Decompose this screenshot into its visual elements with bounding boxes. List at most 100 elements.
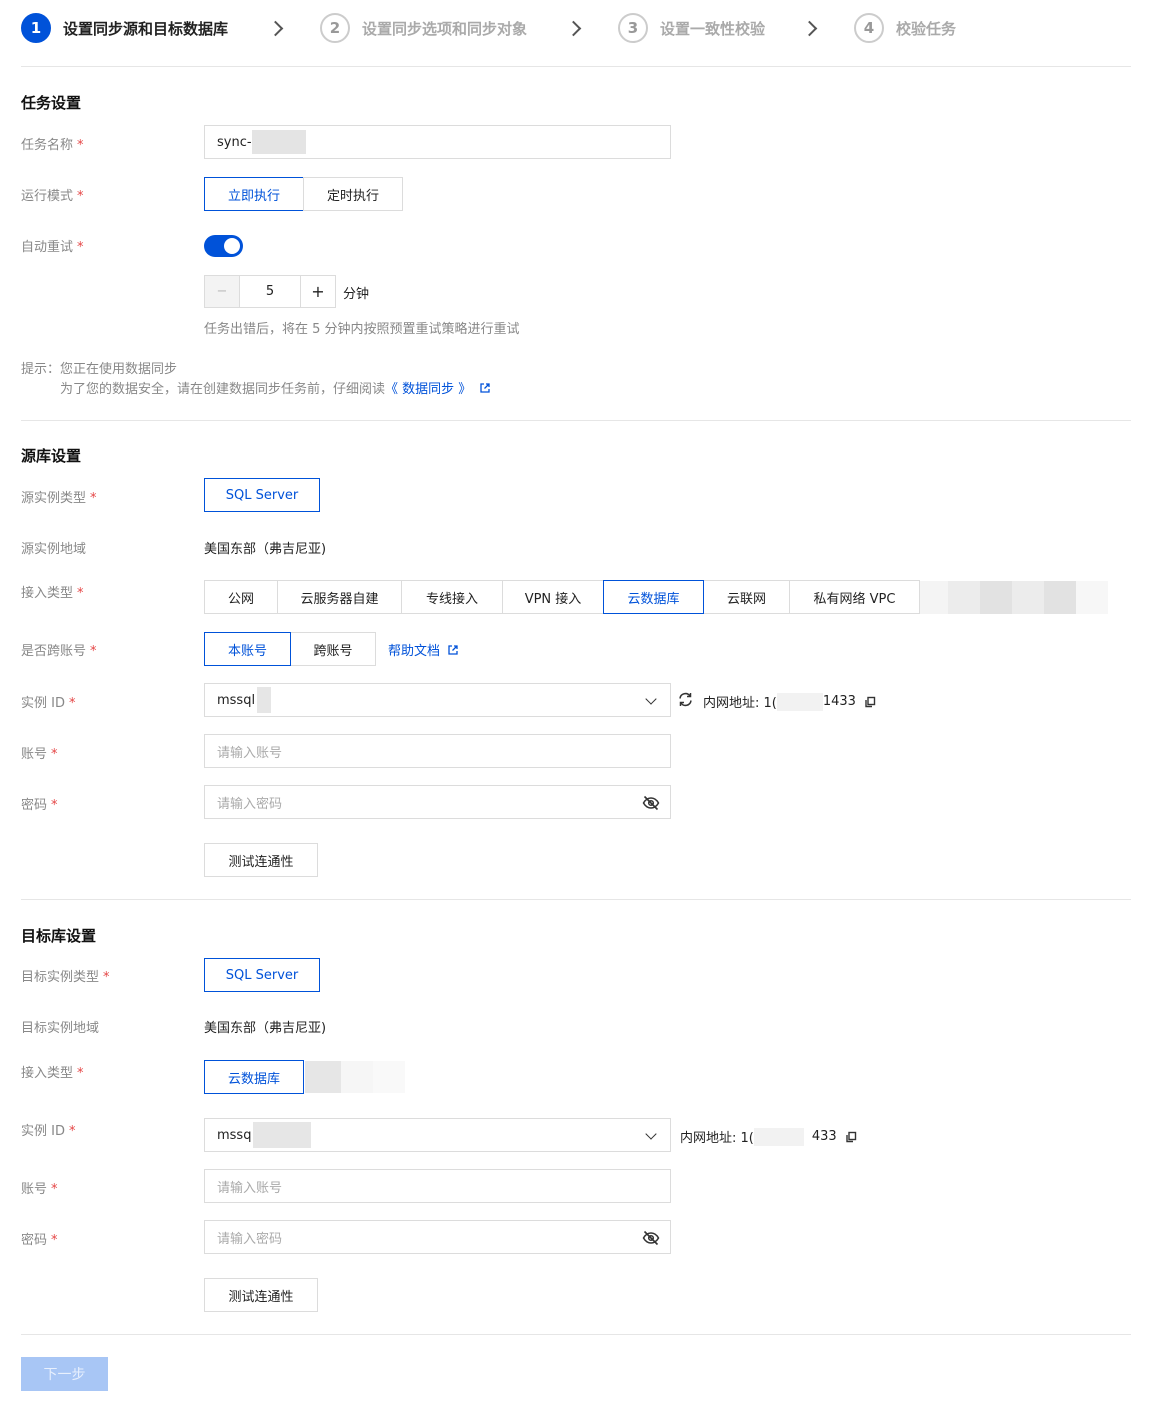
source-type-sqlserver[interactable]: SQL Server bbox=[204, 478, 320, 512]
divider bbox=[21, 899, 1131, 900]
source-type-label: 源实例类型 * bbox=[21, 491, 97, 506]
target-region-value: 美国东部（弗吉尼亚) bbox=[204, 1021, 327, 1036]
step-4-label: 校验任务 bbox=[896, 19, 957, 38]
redacted-options bbox=[920, 581, 1108, 614]
cross-account-same[interactable]: 本账号 bbox=[204, 632, 291, 666]
retry-minutes-stepper: − 5 + bbox=[204, 275, 336, 308]
redacted-block bbox=[753, 1127, 804, 1146]
source-access-label: 接入类型 * bbox=[21, 586, 84, 601]
chevron-right-icon bbox=[801, 20, 818, 37]
source-region-label: 源实例地域 bbox=[21, 542, 87, 557]
target-instance-label: 实例 ID * bbox=[21, 1124, 76, 1139]
external-link-icon bbox=[448, 644, 458, 655]
source-region-value: 美国东部（弗吉尼亚) bbox=[204, 542, 327, 557]
divider bbox=[21, 420, 1131, 421]
target-intranet-port: 433 bbox=[811, 1129, 837, 1144]
redacted-options bbox=[305, 1061, 405, 1093]
target-access-label: 接入类型 * bbox=[21, 1066, 84, 1081]
redacted-block bbox=[253, 1122, 312, 1148]
step-2-label: 设置同步选项和同步对象 bbox=[362, 19, 528, 38]
redacted-block bbox=[776, 692, 823, 711]
help-doc: 帮助文档 bbox=[388, 640, 459, 659]
source-account-label: 账号 * bbox=[21, 747, 58, 762]
target-account-label: 账号 * bbox=[21, 1182, 58, 1197]
source-instance-select[interactable]: mssql bbox=[204, 683, 671, 717]
plus-button[interactable]: + bbox=[301, 276, 335, 307]
target-instance-select[interactable]: mssq bbox=[204, 1118, 671, 1152]
refresh-icon[interactable] bbox=[677, 691, 694, 708]
target-account-input[interactable]: 请输入账号 bbox=[204, 1169, 671, 1203]
task-name-input[interactable]: sync- bbox=[204, 125, 671, 159]
tip-text: 为了您的数据安全，请在创建数据同步任务前，仔细阅读 bbox=[60, 382, 386, 397]
data-sync-doc-link[interactable]: 《 数据同步 》 bbox=[385, 378, 471, 397]
step-3-label: 设置一致性校验 bbox=[660, 19, 766, 38]
minus-button[interactable]: − bbox=[205, 276, 239, 307]
retry-minutes-input[interactable]: 5 bbox=[239, 276, 301, 307]
source-intranet: 内网地址: 1( 1433 bbox=[703, 692, 876, 711]
target-type-label: 目标实例类型 * bbox=[21, 970, 110, 985]
source-intranet-port: 1433 bbox=[822, 694, 856, 709]
target-password-label: 密码 * bbox=[21, 1233, 58, 1248]
source-password-input[interactable]: 请输入密码 bbox=[204, 785, 671, 819]
divider bbox=[21, 1334, 1131, 1335]
target-password-placeholder: 请输入密码 bbox=[217, 1231, 283, 1247]
access-vpn[interactable]: VPN 接入 bbox=[502, 580, 604, 614]
source-instance-value: mssql bbox=[217, 692, 256, 708]
eye-off-icon[interactable] bbox=[642, 795, 660, 811]
task-section-title: 任务设置 bbox=[21, 94, 82, 112]
access-vpc[interactable]: 私有网络 VPC bbox=[789, 580, 920, 614]
tip-line-2: 为了您的数据安全，请在创建数据同步任务前，仔细阅读 《 数据同步 》 bbox=[60, 378, 491, 397]
auto-retry-label: 自动重试 * bbox=[21, 240, 84, 255]
next-step-button[interactable]: 下一步 bbox=[21, 1357, 108, 1391]
run-mode-scheduled[interactable]: 定时执行 bbox=[303, 177, 403, 211]
source-access-options: 公网 云服务器自建 专线接入 VPN 接入 云数据库 云联网 私有网络 VPC bbox=[204, 580, 920, 614]
target-password-input[interactable]: 请输入密码 bbox=[204, 1220, 671, 1254]
help-doc-link[interactable]: 帮助文档 bbox=[388, 640, 440, 659]
step-1-label: 设置同步源和目标数据库 bbox=[63, 19, 229, 38]
task-name-label: 任务名称 * bbox=[21, 138, 84, 153]
target-test-connection-button[interactable]: 测试连通性 bbox=[204, 1278, 318, 1312]
eye-off-icon[interactable] bbox=[642, 1230, 660, 1246]
cross-account-label: 是否跨账号 * bbox=[21, 644, 97, 659]
access-cloud-db[interactable]: 云数据库 bbox=[603, 580, 704, 614]
run-mode-label: 运行模式 * bbox=[21, 189, 84, 204]
run-mode-immediate[interactable]: 立即执行 bbox=[204, 177, 304, 211]
target-region-label: 目标实例地域 bbox=[21, 1021, 100, 1036]
step-4-number: 4 bbox=[854, 13, 884, 43]
retry-hint: 任务出错后，将在 5 分钟内按照预置重试策略进行重试 bbox=[204, 322, 520, 337]
copy-icon[interactable] bbox=[845, 1131, 857, 1143]
retry-unit: 分钟 bbox=[343, 287, 370, 302]
chevron-right-icon bbox=[565, 20, 582, 37]
step-2: 2 设置同步选项和同步对象 bbox=[320, 13, 527, 43]
chevron-right-icon bbox=[267, 20, 284, 37]
external-link-icon bbox=[480, 382, 490, 393]
step-1-number: 1 bbox=[21, 13, 51, 43]
source-instance-label: 实例 ID * bbox=[21, 696, 76, 711]
target-intranet: 内网地址: 1( 433 bbox=[680, 1127, 857, 1146]
source-intranet-label: 内网地址: 1( bbox=[703, 696, 777, 711]
access-ccn[interactable]: 云联网 bbox=[703, 580, 790, 614]
target-section-title: 目标库设置 bbox=[21, 927, 97, 945]
redacted-block bbox=[251, 130, 306, 154]
access-cvm[interactable]: 云服务器自建 bbox=[277, 580, 402, 614]
access-public[interactable]: 公网 bbox=[204, 580, 278, 614]
auto-retry-toggle[interactable] bbox=[204, 235, 243, 257]
chevron-down-icon bbox=[645, 1128, 657, 1140]
stepper: 1 设置同步源和目标数据库 bbox=[21, 13, 228, 43]
tip-line-1: 提示：您正在使用数据同步 bbox=[21, 362, 178, 377]
source-account-input[interactable]: 请输入账号 bbox=[204, 734, 671, 768]
source-password-placeholder: 请输入密码 bbox=[217, 796, 283, 812]
redacted-block bbox=[257, 687, 272, 713]
step-3-number: 3 bbox=[618, 13, 648, 43]
access-direct-connect[interactable]: 专线接入 bbox=[401, 580, 503, 614]
target-access-cloud-db[interactable]: 云数据库 bbox=[204, 1060, 304, 1094]
target-type-sqlserver[interactable]: SQL Server bbox=[204, 958, 320, 992]
step-2-number: 2 bbox=[320, 13, 350, 43]
task-name-value: sync- bbox=[217, 134, 252, 150]
source-test-connection-button[interactable]: 测试连通性 bbox=[204, 843, 318, 877]
cross-account-other[interactable]: 跨账号 bbox=[290, 632, 376, 666]
copy-icon[interactable] bbox=[864, 696, 876, 708]
chevron-down-icon bbox=[645, 693, 657, 705]
target-instance-value: mssq bbox=[217, 1127, 252, 1143]
target-intranet-label: 内网地址: 1( bbox=[680, 1131, 754, 1146]
